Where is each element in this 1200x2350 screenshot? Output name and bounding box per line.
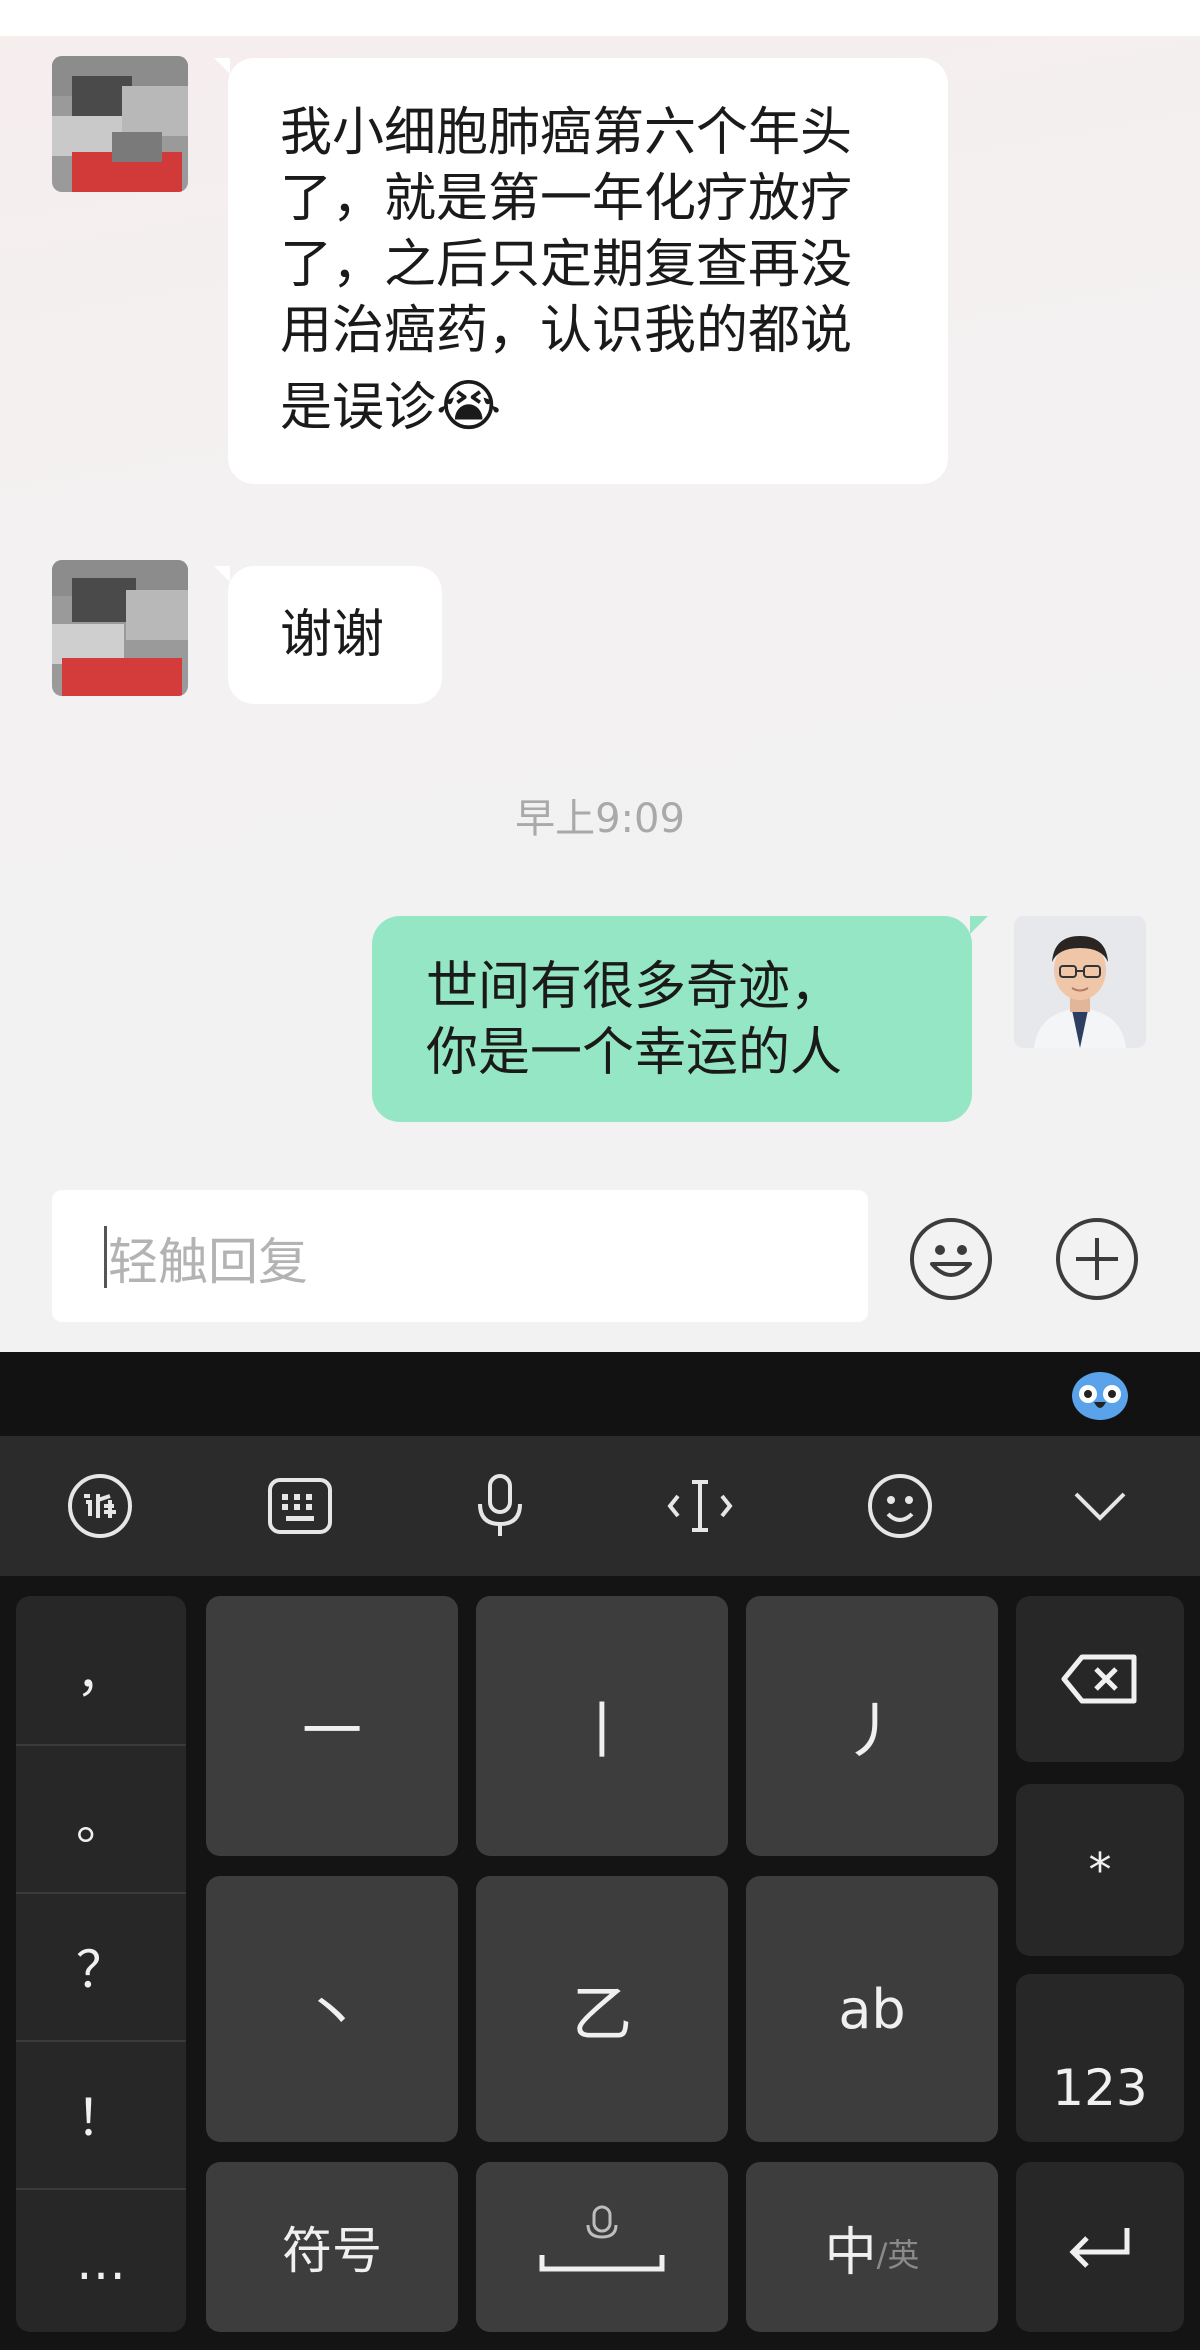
reply-placeholder: 轻触回复	[108, 1233, 308, 1291]
punctuation-column: ， 。 ？ ！ …	[16, 1596, 186, 2332]
message-text-1: 我小细胞肺癌第六个年头 了，就是第一年化疗放疗 了，之后只定期复查再没 用治癌药…	[280, 103, 853, 439]
key-pie[interactable]: 丿	[746, 1596, 998, 1856]
space-mic-icon	[539, 2205, 665, 2272]
enter-key[interactable]	[1016, 2162, 1184, 2332]
key-zhe[interactable]: 乙	[476, 1876, 728, 2142]
key-heng[interactable]: 一	[206, 1596, 458, 1856]
key-ab[interactable]: ab	[746, 1876, 998, 2142]
enter-icon	[1069, 2228, 1130, 2268]
keyboard-icon[interactable]	[264, 1470, 336, 1542]
keyboard-top-bar	[0, 1352, 1200, 1436]
reply-input[interactable]: 轻触回复	[52, 1190, 868, 1322]
punct-key-period[interactable]: 。	[16, 1744, 186, 1894]
key-space[interactable]	[476, 2162, 728, 2332]
my-avatar[interactable]	[1014, 916, 1146, 1048]
lang-chinese-label: 中	[824, 2222, 877, 2283]
xunfei-logo-icon[interactable]	[64, 1470, 136, 1542]
key-symbols[interactable]: 符号	[206, 2162, 458, 2332]
contact-avatar[interactable]	[52, 560, 188, 696]
key-numbers[interactable]: 123	[1016, 1974, 1184, 2142]
key-shu[interactable]: 丨	[476, 1596, 728, 1856]
message-text-3: 世间有很多奇迹， 你是一个幸运的人	[426, 957, 843, 1083]
top-strip	[0, 0, 1200, 36]
punct-key-ellipsis[interactable]: …	[16, 2188, 186, 2336]
contact-avatar[interactable]	[52, 56, 188, 192]
text-caret	[104, 1226, 107, 1288]
backspace-icon	[1061, 1654, 1137, 1704]
chat-area: 我小细胞肺癌第六个年头 了，就是第一年化疗放疗 了，之后只定期复查再没 用治癌药…	[0, 0, 1200, 1352]
crying-face-emoji: 😭	[436, 374, 502, 439]
message-bubble-1[interactable]: 我小细胞肺癌第六个年头 了，就是第一年化疗放疗 了，之后只定期复查再没 用治癌药…	[214, 58, 948, 484]
backspace-key[interactable]	[1016, 1596, 1184, 1762]
punct-key-comma[interactable]: ，	[16, 1596, 186, 1746]
chevron-down-icon[interactable]	[1064, 1470, 1136, 1542]
emoji-icon[interactable]	[864, 1470, 936, 1542]
cursor-move-icon[interactable]	[664, 1470, 736, 1542]
punct-key-question[interactable]: ？	[16, 1892, 186, 2042]
message-text-2: 谢谢	[280, 605, 385, 665]
key-language-switch[interactable]: 中/英	[746, 2162, 998, 2332]
key-dian[interactable]: 丶	[206, 1876, 458, 2142]
add-button[interactable]	[1056, 1218, 1138, 1300]
keyboard-toolbar	[0, 1436, 1200, 1576]
emoji-button[interactable]	[910, 1218, 992, 1300]
message-bubble-3[interactable]: 世间有很多奇迹， 你是一个幸运的人	[372, 916, 988, 1122]
key-asterisk[interactable]: *	[1016, 1784, 1184, 1956]
lang-english-label: /英	[876, 2236, 920, 2274]
timestamp: 早上9:09	[515, 796, 685, 842]
microphone-icon[interactable]	[464, 1470, 536, 1542]
punct-key-exclaim[interactable]: ！	[16, 2040, 186, 2190]
message-bubble-2[interactable]: 谢谢	[214, 566, 442, 704]
assistant-bird-icon[interactable]	[1070, 1364, 1130, 1424]
